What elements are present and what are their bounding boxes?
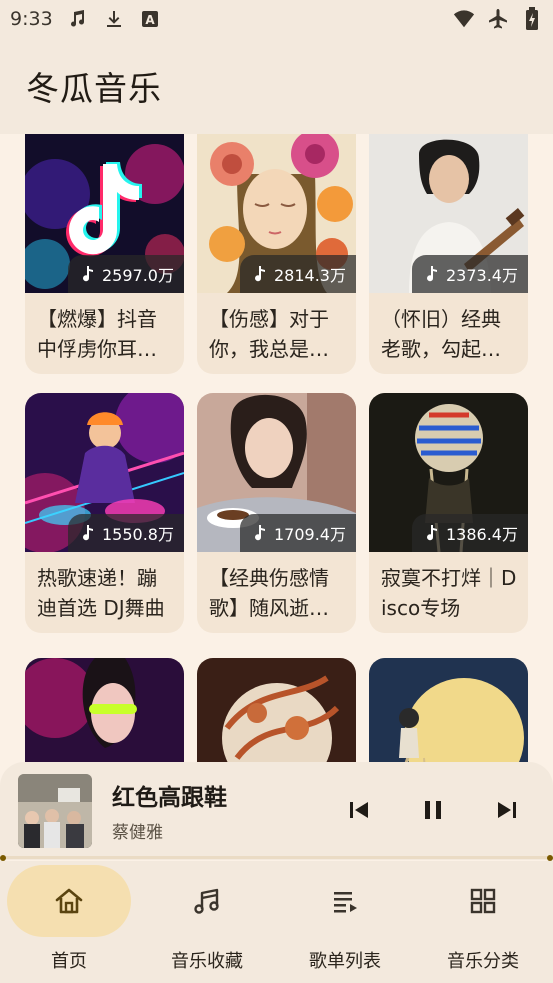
font-a-icon: A <box>139 8 161 30</box>
playlist-title: 【伤感】对于你，我总是无能为力 <box>209 307 329 361</box>
play-count: 1709.4万 <box>274 525 346 544</box>
nav-label: 音乐分类 <box>447 951 519 972</box>
playlist-card[interactable]: 1550.8万 热歌速递！蹦迪首选 DJ舞曲 <box>25 393 184 633</box>
app-bar: 冬瓜音乐 <box>0 38 553 134</box>
bottom-nav: 首页 音乐收藏 歌单列表 音乐分类 <box>0 861 553 983</box>
playlist-card[interactable]: 2597.0万 【燃爆】抖音中俘虏你耳朵的DJ热歌 <box>25 134 184 374</box>
playlist-card[interactable]: 2814.3万 【伤感】对于你，我总是无能为力 <box>197 134 356 374</box>
battery-icon <box>521 7 543 30</box>
play-count-badge: 1386.4万 <box>412 514 528 552</box>
nav-item-categories[interactable]: 音乐分类 <box>414 861 552 983</box>
music-note-icon <box>67 8 89 30</box>
skip-previous-icon <box>350 802 368 818</box>
play-count: 2814.3万 <box>274 266 346 285</box>
progress-track <box>4 856 549 859</box>
play-count: 1550.8万 <box>102 525 174 544</box>
play-count-badge: 2814.3万 <box>240 255 356 293</box>
play-count-badge: 2597.0万 <box>68 255 184 293</box>
music-note-icon <box>83 266 93 282</box>
playlist-cover <box>197 658 356 764</box>
playlist-cover <box>25 658 184 764</box>
nav-pill <box>283 865 407 937</box>
playlist-card[interactable]: 1709.4万 【经典伤感情歌】随风逝去的爱 <box>197 393 356 633</box>
skip-next-icon <box>498 802 516 818</box>
nav-item-home[interactable]: 首页 <box>0 861 138 983</box>
nav-label: 首页 <box>51 951 87 972</box>
playlist-title: 寂寞不打烊｜Disco专场 <box>381 566 517 620</box>
play-count-badge: 1550.8万 <box>68 514 184 552</box>
download-icon <box>103 8 125 30</box>
nav-item-playlists[interactable]: 歌单列表 <box>276 861 414 983</box>
playlist-cover: 1386.4万 <box>369 393 528 552</box>
playlist-title: 热歌速递！蹦迪首选 DJ舞曲 <box>37 566 165 620</box>
app-title: 冬瓜音乐 <box>26 69 162 108</box>
music-note-icon <box>255 266 265 282</box>
skip-previous-button[interactable] <box>339 790 379 830</box>
nav-pill <box>7 865 131 937</box>
playlist-card[interactable] <box>369 658 528 764</box>
skip-next-button[interactable] <box>487 790 527 830</box>
now-playing-title: 红色高跟鞋 <box>112 785 227 811</box>
airplane-icon <box>487 8 509 30</box>
playlist-cover <box>369 658 528 764</box>
playlist-grid[interactable]: 2597.0万 【燃爆】抖音中俘虏你耳朵的DJ热歌 <box>0 134 553 764</box>
music-note-icon <box>194 888 219 914</box>
playlist-title: 【经典伤感情歌】随风逝去的爱 <box>209 566 329 620</box>
mini-player[interactable]: 红色高跟鞋 蔡健雅 <box>0 762 553 860</box>
nav-label: 音乐收藏 <box>171 951 243 972</box>
playlist-title: （怀旧）经典老歌，勾起你的回忆 <box>381 307 501 361</box>
nav-pill <box>421 865 545 937</box>
playlist-title: 【燃爆】抖音中俘虏你耳朵的DJ热歌 <box>37 307 157 361</box>
now-playing-cover[interactable] <box>18 774 92 848</box>
play-count: 2597.0万 <box>102 266 174 285</box>
playlist-card[interactable] <box>25 658 184 764</box>
playlist-card[interactable]: 2373.4万 （怀旧）经典老歌，勾起你的回忆 <box>369 134 528 374</box>
playlist-cover: 1709.4万 <box>197 393 356 552</box>
grid-icon <box>470 888 496 914</box>
pause-icon <box>425 801 441 819</box>
playlist-icon <box>334 892 357 913</box>
nav-label: 歌单列表 <box>309 951 381 972</box>
playlist-cover: 2597.0万 <box>25 134 184 293</box>
home-icon <box>55 888 83 914</box>
wifi-icon <box>453 8 475 30</box>
music-note-icon <box>427 525 437 541</box>
pause-button[interactable] <box>413 790 453 830</box>
nav-item-favorites[interactable]: 音乐收藏 <box>138 861 276 983</box>
music-note-icon <box>255 525 265 541</box>
status-bar: 9:33 A <box>0 0 553 38</box>
playlist-cover: 2814.3万 <box>197 134 356 293</box>
play-count-badge: 1709.4万 <box>240 514 356 552</box>
play-count: 2373.4万 <box>446 266 518 285</box>
nav-pill <box>145 865 269 937</box>
music-note-icon <box>83 525 93 541</box>
status-time: 9:33 <box>10 8 53 30</box>
play-count: 1386.4万 <box>446 525 518 544</box>
playlist-card[interactable] <box>197 658 356 764</box>
music-note-icon <box>427 266 437 282</box>
playlist-card[interactable]: 1386.4万 寂寞不打烊｜Disco专场 <box>369 393 528 633</box>
svg-text:A: A <box>145 13 155 27</box>
now-playing-artist: 蔡健雅 <box>112 823 163 843</box>
playlist-cover: 2373.4万 <box>369 134 528 293</box>
playlist-cover: 1550.8万 <box>25 393 184 552</box>
play-count-badge: 2373.4万 <box>412 255 528 293</box>
